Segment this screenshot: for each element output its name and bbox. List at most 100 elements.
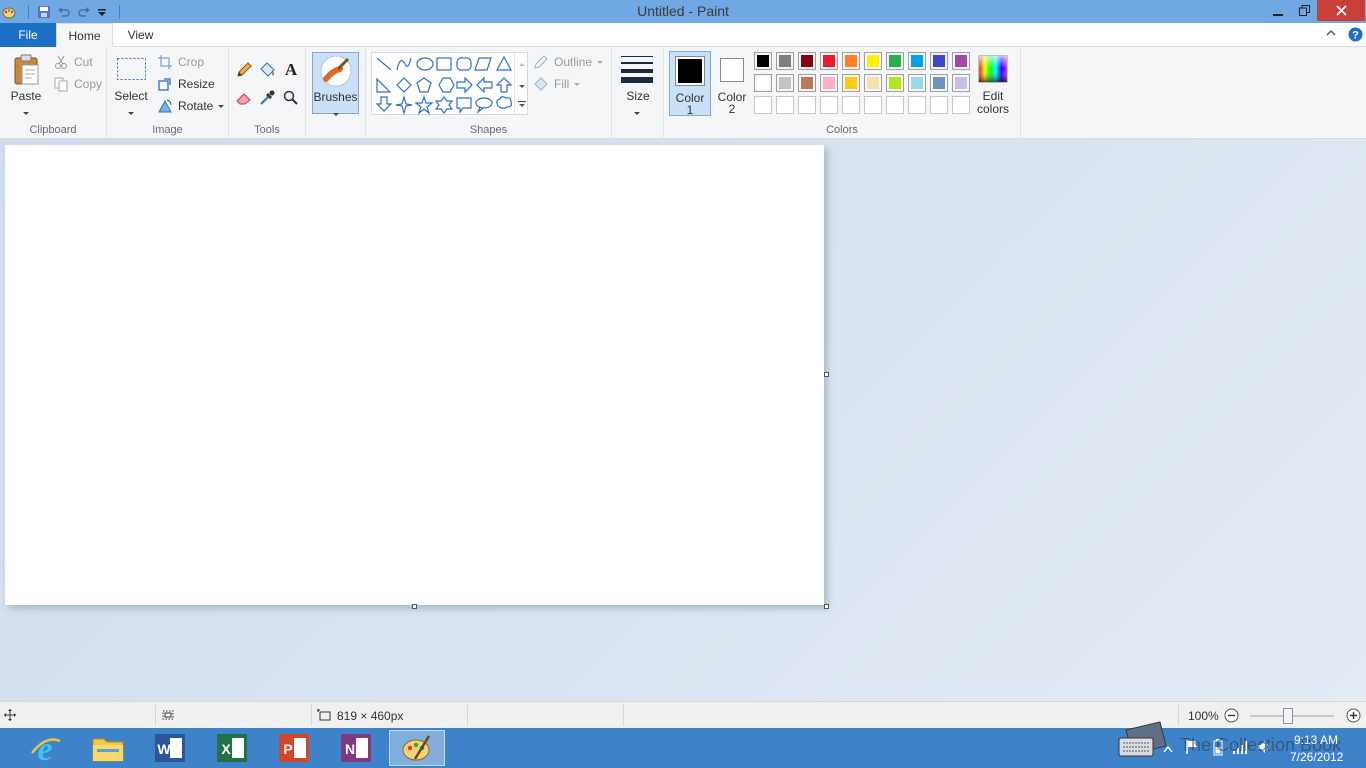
custom-color-slot[interactable]: [930, 96, 948, 114]
size-dropdown-icon[interactable]: [633, 105, 641, 119]
size-group: Size: [612, 47, 664, 139]
word-icon: W: [155, 734, 185, 762]
clock-time[interactable]: 9:13 AM: [1294, 733, 1338, 747]
outline-button[interactable]: Outline: [533, 54, 604, 70]
select-dropdown-icon[interactable]: [127, 105, 135, 119]
taskbar-excel[interactable]: X: [204, 730, 260, 766]
folder-icon: [92, 738, 124, 762]
taskbar-powerpoint[interactable]: P: [266, 730, 322, 766]
paste-dropdown-icon[interactable]: [22, 105, 30, 119]
copy-button[interactable]: Copy: [53, 76, 102, 92]
palette-swatch[interactable]: [754, 52, 772, 70]
show-hidden-icons[interactable]: [1163, 742, 1173, 756]
fill-button[interactable]: Fill: [533, 76, 581, 92]
line-size-icon[interactable]: [620, 54, 654, 87]
canvas-size-icon: [317, 709, 331, 724]
palette-swatch[interactable]: [930, 52, 948, 70]
minimize-ribbon-icon[interactable]: [1325, 27, 1337, 42]
palette-swatch[interactable]: [820, 52, 838, 70]
select-button[interactable]: Select: [111, 90, 151, 102]
paste-button[interactable]: Paste: [6, 90, 46, 102]
taskbar-word[interactable]: W: [142, 730, 198, 766]
text-icon[interactable]: A: [282, 60, 300, 81]
canvas-size-readout: 819 × 460px: [337, 709, 404, 723]
restore-button[interactable]: [1292, 0, 1316, 21]
color2-button[interactable]: Color 2: [712, 51, 754, 116]
eraser-icon[interactable]: [235, 89, 253, 110]
cut-button[interactable]: Cut: [53, 54, 93, 70]
help-icon[interactable]: ?: [1348, 27, 1363, 45]
taskbar-paint[interactable]: [389, 730, 445, 766]
up-arrow-shape-icon: [495, 77, 513, 93]
custom-color-slot[interactable]: [798, 96, 816, 114]
palette-swatch[interactable]: [776, 74, 794, 92]
palette-swatch[interactable]: [930, 74, 948, 92]
palette-swatch[interactable]: [908, 52, 926, 70]
resize-button[interactable]: Resize: [157, 76, 215, 92]
custom-color-slot[interactable]: [886, 96, 904, 114]
resize-handle-corner[interactable]: [824, 604, 829, 609]
shapes-group: Outline Fill Shapes: [366, 47, 612, 139]
pencil-icon[interactable]: [235, 61, 253, 82]
custom-color-slot[interactable]: [908, 96, 926, 114]
minimize-button[interactable]: [1266, 0, 1290, 21]
palette-swatch[interactable]: [886, 74, 904, 92]
magnifier-icon[interactable]: [282, 89, 300, 110]
palette-swatch[interactable]: [798, 52, 816, 70]
colors-group-label: Colors: [826, 124, 858, 136]
edit-colors-label-line1[interactable]: Edit: [972, 90, 1014, 102]
tab-view[interactable]: View: [113, 23, 168, 47]
curve-shape-icon: [396, 57, 412, 71]
size-button[interactable]: Size: [612, 90, 664, 102]
select-icon[interactable]: [116, 55, 148, 86]
palette-swatch[interactable]: [842, 52, 860, 70]
fill-bucket-icon[interactable]: [258, 61, 276, 82]
down-arrow-shape-icon: [375, 96, 393, 112]
custom-color-slot[interactable]: [754, 96, 772, 114]
color1-button[interactable]: Color 1: [669, 51, 711, 116]
palette-swatch[interactable]: [820, 74, 838, 92]
rotate-button[interactable]: Rotate: [157, 98, 225, 114]
close-button[interactable]: [1317, 0, 1365, 21]
clock-date[interactable]: 7/26/2012: [1290, 750, 1343, 764]
taskbar-internet-explorer[interactable]: e: [18, 730, 74, 766]
crop-button[interactable]: Crop: [157, 54, 204, 70]
tab-file[interactable]: File: [0, 23, 56, 47]
zoom-slider-thumb[interactable]: [1282, 708, 1293, 724]
brushes-button[interactable]: Brushes: [312, 52, 359, 116]
custom-color-slot[interactable]: [952, 96, 970, 114]
custom-color-slot[interactable]: [842, 96, 860, 114]
palette-swatch[interactable]: [952, 52, 970, 70]
edit-colors-label-line2[interactable]: colors: [972, 103, 1014, 115]
tab-home[interactable]: Home: [56, 23, 113, 47]
palette-swatch[interactable]: [952, 74, 970, 92]
rotate-dropdown-icon[interactable]: [217, 104, 225, 109]
resize-handle-right[interactable]: [824, 372, 829, 377]
custom-color-slot[interactable]: [864, 96, 882, 114]
palette-swatch[interactable]: [908, 74, 926, 92]
brush-icon: [320, 55, 352, 90]
svg-text:?: ?: [1352, 30, 1359, 42]
left-arrow-shape-icon: [476, 76, 493, 94]
palette-swatch[interactable]: [886, 52, 904, 70]
edit-colors-icon[interactable]: [978, 55, 1008, 86]
palette-swatch[interactable]: [776, 52, 794, 70]
resize-handle-bottom[interactable]: [412, 604, 417, 609]
palette-swatch[interactable]: [798, 74, 816, 92]
palette-swatch[interactable]: [754, 74, 772, 92]
shapes-scrollbar[interactable]: [514, 52, 528, 115]
taskbar-onenote[interactable]: N: [328, 730, 384, 766]
palette-swatch[interactable]: [864, 74, 882, 92]
oval-callout-shape-icon: [475, 97, 493, 114]
custom-color-slot[interactable]: [776, 96, 794, 114]
custom-color-slot[interactable]: [820, 96, 838, 114]
paste-icon[interactable]: [12, 54, 42, 89]
zoom-out-icon[interactable]: [1224, 708, 1239, 726]
color-picker-icon[interactable]: [258, 89, 276, 110]
zoom-in-icon[interactable]: [1346, 708, 1361, 726]
taskbar-file-explorer[interactable]: [80, 730, 136, 766]
palette-swatch[interactable]: [842, 74, 860, 92]
palette-swatch[interactable]: [864, 52, 882, 70]
drawing-canvas[interactable]: [5, 145, 824, 605]
resize-label: Resize: [178, 77, 215, 91]
